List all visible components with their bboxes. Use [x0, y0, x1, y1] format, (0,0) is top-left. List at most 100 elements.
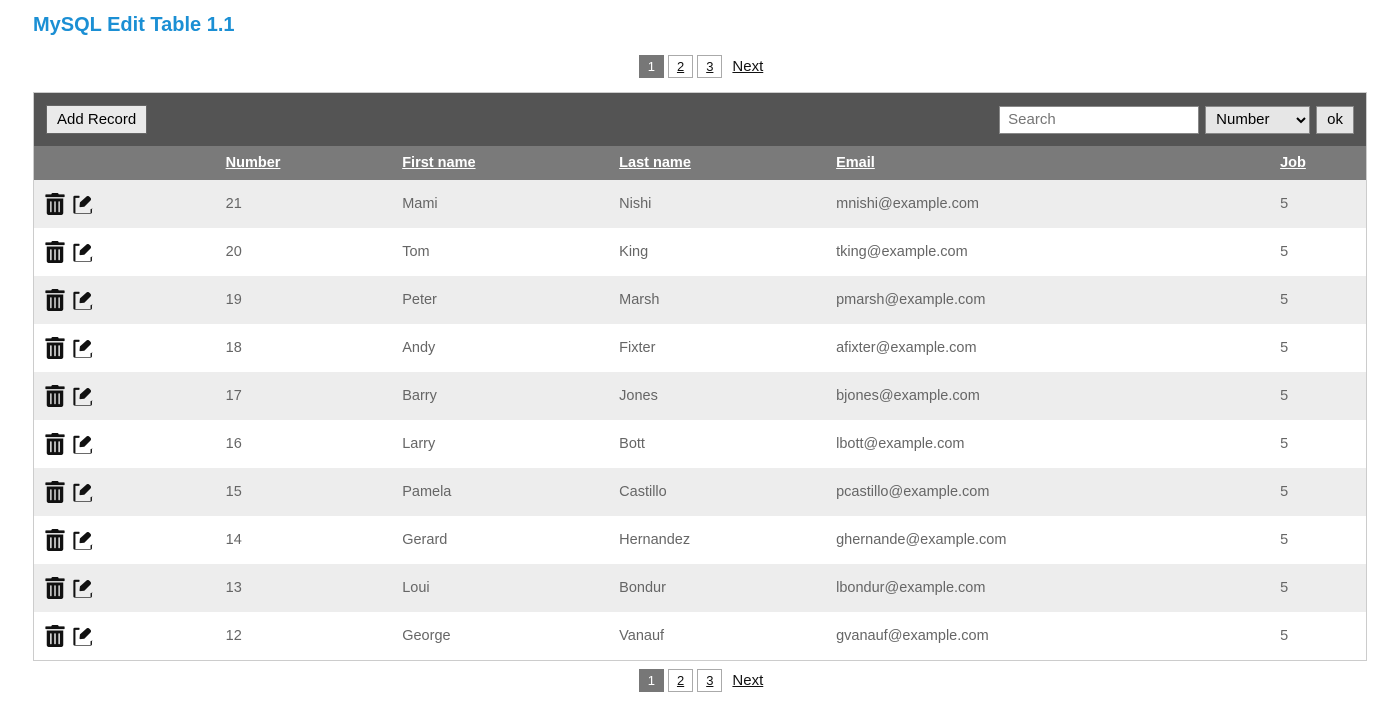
table-row: 12GeorgeVanaufgvanauf@example.com5 [34, 612, 1366, 660]
table-row: 16LarryBottlbott@example.com5 [34, 420, 1366, 468]
cell-number: 16 [216, 420, 393, 468]
column-header-last-name[interactable]: Last name [609, 146, 826, 180]
table-row: 21MamiNishimnishi@example.com5 [34, 180, 1366, 228]
page-button-3[interactable]: 3 [697, 669, 722, 692]
search-ok-button[interactable]: ok [1316, 106, 1354, 134]
cell-email: gvanauf@example.com [826, 612, 1270, 660]
cell-job: 5 [1270, 468, 1366, 516]
cell-email: ghernande@example.com [826, 516, 1270, 564]
cell-number: 19 [216, 276, 393, 324]
edit-icon[interactable] [72, 433, 94, 455]
cell-first-name: Loui [392, 564, 609, 612]
trash-icon[interactable] [44, 577, 66, 599]
cell-email: tking@example.com [826, 228, 1270, 276]
column-header-job[interactable]: Job [1270, 146, 1366, 180]
pagination-bottom: 123 Next [33, 669, 1367, 692]
page-button-3[interactable]: 3 [697, 55, 722, 78]
page-button-2[interactable]: 2 [668, 669, 693, 692]
cell-last-name: Fixter [609, 324, 826, 372]
cell-last-name: Bott [609, 420, 826, 468]
page-button-2[interactable]: 2 [668, 55, 693, 78]
trash-icon[interactable] [44, 625, 66, 647]
cell-job: 5 [1270, 564, 1366, 612]
cell-job: 5 [1270, 612, 1366, 660]
cell-number: 15 [216, 468, 393, 516]
cell-first-name: Andy [392, 324, 609, 372]
cell-first-name: George [392, 612, 609, 660]
column-header-email[interactable]: Email [826, 146, 1270, 180]
table-row: 20TomKingtking@example.com5 [34, 228, 1366, 276]
trash-icon[interactable] [44, 433, 66, 455]
pagination-top: 123Next [33, 55, 1367, 78]
cell-job: 5 [1270, 228, 1366, 276]
edit-icon[interactable] [72, 337, 94, 359]
cell-first-name: Pamela [392, 468, 609, 516]
add-record-button[interactable]: Add Record [46, 105, 147, 134]
cell-first-name: Larry [392, 420, 609, 468]
cell-last-name: Marsh [609, 276, 826, 324]
cell-email: mnishi@example.com [826, 180, 1270, 228]
cell-job: 5 [1270, 516, 1366, 564]
column-header-number[interactable]: Number [216, 146, 393, 180]
cell-first-name: Gerard [392, 516, 609, 564]
edit-icon[interactable] [72, 625, 94, 647]
cell-last-name: Castillo [609, 468, 826, 516]
table-row: 19PeterMarshpmarsh@example.com5 [34, 276, 1366, 324]
toolbar: Add Record NumberFirst nameLast nameEmai… [34, 93, 1366, 146]
data-table: Number First name Last name Email Job 21… [34, 146, 1366, 660]
search-group: NumberFirst nameLast nameEmailJob ok [999, 106, 1354, 134]
trash-icon[interactable] [44, 337, 66, 359]
edit-icon[interactable] [72, 577, 94, 599]
cell-last-name: Hernandez [609, 516, 826, 564]
cell-number: 17 [216, 372, 393, 420]
page-next-link[interactable]: Next [732, 58, 763, 75]
trash-icon[interactable] [44, 529, 66, 551]
cell-job: 5 [1270, 372, 1366, 420]
edit-icon[interactable] [72, 241, 94, 263]
cell-number: 20 [216, 228, 393, 276]
table-container: Add Record NumberFirst nameLast nameEmai… [33, 92, 1367, 661]
cell-last-name: Jones [609, 372, 826, 420]
page-title: MySQL Edit Table 1.1 [33, 14, 1367, 37]
cell-first-name: Barry [392, 372, 609, 420]
table-row: 13LouiBondurlbondur@example.com5 [34, 564, 1366, 612]
table-row: 17BarryJonesbjones@example.com5 [34, 372, 1366, 420]
edit-icon[interactable] [72, 193, 94, 215]
cell-last-name: King [609, 228, 826, 276]
page-button-1: 1 [639, 669, 664, 692]
cell-last-name: Bondur [609, 564, 826, 612]
cell-last-name: Nishi [609, 180, 826, 228]
table-row: 14GerardHernandezghernande@example.com5 [34, 516, 1366, 564]
cell-number: 13 [216, 564, 393, 612]
cell-job: 5 [1270, 420, 1366, 468]
search-column-select[interactable]: NumberFirst nameLast nameEmailJob [1205, 106, 1310, 134]
trash-icon[interactable] [44, 385, 66, 407]
cell-email: lbott@example.com [826, 420, 1270, 468]
cell-last-name: Vanauf [609, 612, 826, 660]
cell-email: afixter@example.com [826, 324, 1270, 372]
cell-number: 12 [216, 612, 393, 660]
cell-number: 21 [216, 180, 393, 228]
edit-icon[interactable] [72, 529, 94, 551]
cell-first-name: Peter [392, 276, 609, 324]
page-next-link[interactable]: Next [732, 672, 763, 689]
trash-icon[interactable] [44, 289, 66, 311]
cell-number: 14 [216, 516, 393, 564]
cell-first-name: Mami [392, 180, 609, 228]
edit-icon[interactable] [72, 289, 94, 311]
cell-job: 5 [1270, 324, 1366, 372]
cell-job: 5 [1270, 180, 1366, 228]
search-input[interactable] [999, 106, 1199, 134]
edit-icon[interactable] [72, 481, 94, 503]
cell-email: pcastillo@example.com [826, 468, 1270, 516]
column-header-first-name[interactable]: First name [392, 146, 609, 180]
cell-email: pmarsh@example.com [826, 276, 1270, 324]
cell-email: lbondur@example.com [826, 564, 1270, 612]
trash-icon[interactable] [44, 481, 66, 503]
table-row: 18AndyFixterafixter@example.com5 [34, 324, 1366, 372]
trash-icon[interactable] [44, 241, 66, 263]
column-header-actions [34, 146, 216, 180]
cell-email: bjones@example.com [826, 372, 1270, 420]
edit-icon[interactable] [72, 385, 94, 407]
trash-icon[interactable] [44, 193, 66, 215]
